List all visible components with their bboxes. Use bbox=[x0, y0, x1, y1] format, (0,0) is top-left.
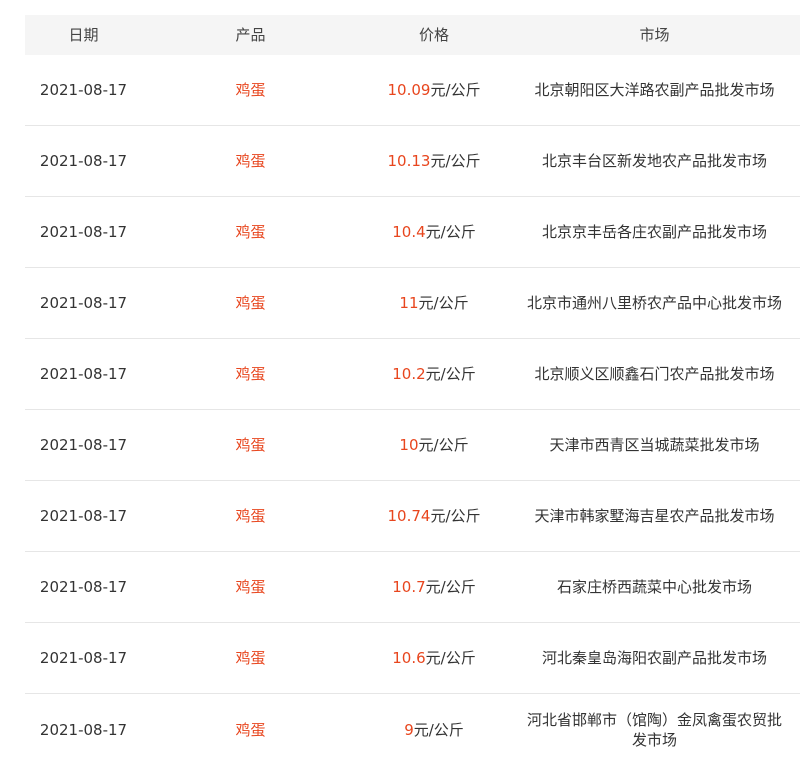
table-row: 2021-08-17 鸡蛋 10.13元/公斤 北京丰台区新发地农产品批发市场 bbox=[25, 126, 800, 197]
cell-price: 10.4元/公斤 bbox=[359, 222, 509, 242]
price-value: 10.4 bbox=[392, 223, 426, 241]
cell-product-link[interactable]: 鸡蛋 bbox=[142, 222, 359, 242]
cell-price: 10.74元/公斤 bbox=[359, 506, 509, 526]
cell-market-link[interactable]: 北京京丰岳各庄农副产品批发市场 bbox=[509, 222, 800, 242]
cell-date: 2021-08-17 bbox=[39, 720, 128, 739]
cell-product-link[interactable]: 鸡蛋 bbox=[142, 506, 359, 526]
table-row: 2021-08-17 鸡蛋 10.2元/公斤 北京顺义区顺鑫石门农产品批发市场 bbox=[25, 339, 800, 410]
cell-price: 10元/公斤 bbox=[359, 435, 509, 455]
price-unit: 元/公斤 bbox=[425, 649, 476, 667]
price-unit: 元/公斤 bbox=[425, 365, 476, 383]
price-table: 日期 产品 价格 市场 2021-08-17 鸡蛋 10.09元/公斤 北京朝阳区大洋… bbox=[25, 15, 800, 765]
price-value: 10.2 bbox=[392, 365, 426, 383]
header-date: 日期 bbox=[68, 26, 99, 44]
table-row: 2021-08-17 鸡蛋 10.7元/公斤 石家庄桥西蔬菜中心批发市场 bbox=[25, 552, 800, 623]
price-unit: 元/公斤 bbox=[425, 223, 476, 241]
price-value: 9 bbox=[404, 720, 414, 739]
price-value: 10.09 bbox=[387, 81, 431, 99]
cell-date: 2021-08-17 bbox=[39, 223, 128, 241]
table-row: 2021-08-17 鸡蛋 11元/公斤 北京市通州八里桥农产品中心批发市场 bbox=[25, 268, 800, 339]
table-row: 2021-08-17 鸡蛋 10.09元/公斤 北京朝阳区大洋路农副产品批发市场 bbox=[25, 55, 800, 126]
cell-price: 10.7元/公斤 bbox=[359, 577, 509, 597]
cell-market-link[interactable]: 北京顺义区顺鑫石门农产品批发市场 bbox=[509, 364, 800, 384]
cell-product-link[interactable]: 鸡蛋 bbox=[142, 293, 359, 313]
cell-date: 2021-08-17 bbox=[39, 578, 128, 596]
table-row: 2021-08-17 鸡蛋 10元/公斤 天津市西青区当城蔬菜批发市场 bbox=[25, 410, 800, 481]
cell-price: 11元/公斤 bbox=[359, 293, 509, 313]
table-header: 日期 产品 价格 市场 bbox=[25, 15, 800, 55]
header-price: 价格 bbox=[418, 26, 449, 44]
cell-market-link[interactable]: 天津市西青区当城蔬菜批发市场 bbox=[509, 435, 800, 455]
cell-market-link[interactable]: 河北省邯郸市（馆陶）金凤禽蛋农贸批发市场 bbox=[509, 710, 800, 750]
cell-price: 10.09元/公斤 bbox=[359, 80, 509, 100]
price-unit: 元/公斤 bbox=[418, 436, 469, 454]
table-row: 2021-08-17 鸡蛋 10.6元/公斤 河北秦皇岛海阳农副产品批发市场 bbox=[25, 623, 800, 694]
cell-market-link[interactable]: 北京朝阳区大洋路农副产品批发市场 bbox=[509, 80, 800, 100]
cell-price: 10.2元/公斤 bbox=[359, 364, 509, 384]
cell-market-link[interactable]: 天津市韩家墅海吉星农产品批发市场 bbox=[509, 506, 800, 526]
cell-date: 2021-08-17 bbox=[39, 507, 128, 525]
cell-market-link[interactable]: 北京市通州八里桥农产品中心批发市场 bbox=[509, 293, 800, 313]
price-unit: 元/公斤 bbox=[430, 507, 481, 525]
cell-product-link[interactable]: 鸡蛋 bbox=[142, 577, 359, 597]
cell-product-link[interactable]: 鸡蛋 bbox=[142, 151, 359, 171]
cell-market-link[interactable]: 石家庄桥西蔬菜中心批发市场 bbox=[509, 577, 800, 597]
price-unit: 元/公斤 bbox=[430, 81, 481, 99]
cell-market-link[interactable]: 北京丰台区新发地农产品批发市场 bbox=[509, 151, 800, 171]
cell-date: 2021-08-17 bbox=[39, 81, 128, 99]
cell-market-link[interactable]: 河北秦皇岛海阳农副产品批发市场 bbox=[509, 648, 800, 668]
cell-product-link[interactable]: 鸡蛋 bbox=[142, 720, 359, 740]
price-unit: 元/公斤 bbox=[425, 578, 476, 596]
cell-product-link[interactable]: 鸡蛋 bbox=[142, 364, 359, 384]
price-unit: 元/公斤 bbox=[418, 294, 469, 312]
table-body: 2021-08-17 鸡蛋 10.09元/公斤 北京朝阳区大洋路农副产品批发市场 202… bbox=[25, 55, 800, 765]
cell-date: 2021-08-17 bbox=[39, 365, 128, 383]
cell-price: 10.13元/公斤 bbox=[359, 151, 509, 171]
price-value: 10.6 bbox=[392, 649, 426, 667]
table-row: 2021-08-17 鸡蛋 9元/公斤 河北省邯郸市（馆陶）金凤禽蛋农贸批发市场 bbox=[25, 694, 800, 765]
price-unit: 元/公斤 bbox=[430, 152, 481, 170]
price-value: 10.74 bbox=[387, 507, 431, 525]
cell-date: 2021-08-17 bbox=[39, 436, 128, 454]
cell-product-link[interactable]: 鸡蛋 bbox=[142, 80, 359, 100]
cell-date: 2021-08-17 bbox=[39, 294, 128, 312]
cell-product-link[interactable]: 鸡蛋 bbox=[142, 648, 359, 668]
cell-price: 10.6元/公斤 bbox=[359, 648, 509, 668]
price-value: 10.13 bbox=[387, 152, 431, 170]
cell-date: 2021-08-17 bbox=[39, 152, 128, 170]
table-row: 2021-08-17 鸡蛋 10.74元/公斤 天津市韩家墅海吉星农产品批发市场 bbox=[25, 481, 800, 552]
header-market: 市场 bbox=[639, 26, 670, 44]
price-value: 10 bbox=[399, 436, 419, 454]
header-product: 产品 bbox=[235, 26, 266, 44]
price-unit: 元/公斤 bbox=[413, 720, 464, 739]
cell-price: 9元/公斤 bbox=[359, 720, 509, 740]
price-value: 10.7 bbox=[392, 578, 426, 596]
price-value: 11 bbox=[399, 294, 419, 312]
cell-product-link[interactable]: 鸡蛋 bbox=[142, 435, 359, 455]
table-row: 2021-08-17 鸡蛋 10.4元/公斤 北京京丰岳各庄农副产品批发市场 bbox=[25, 197, 800, 268]
cell-date: 2021-08-17 bbox=[39, 649, 128, 667]
